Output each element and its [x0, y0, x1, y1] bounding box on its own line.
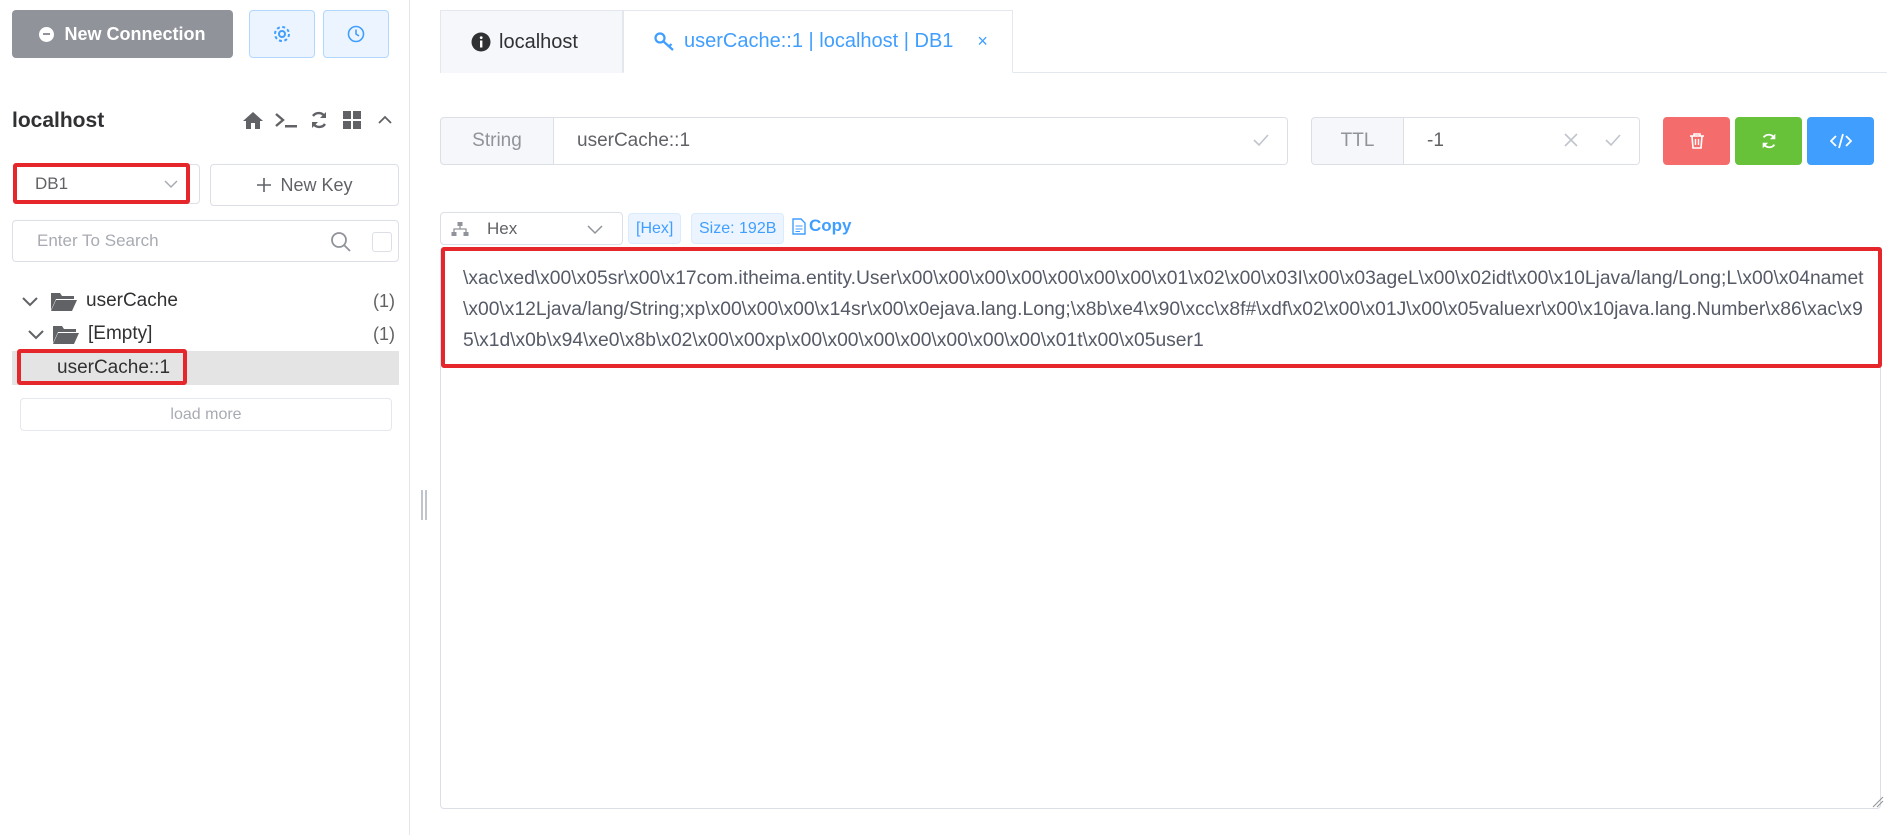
tab-key-detail[interactable]: userCache::1 | localhost | DB1 × [623, 10, 1013, 73]
value-content[interactable]: \xac\xed\x00\x05sr\x00\x17com.itheima.en… [463, 263, 1873, 356]
history-button[interactable] [323, 10, 389, 58]
new-key-button[interactable]: New Key [210, 164, 399, 206]
key-name-field[interactable]: userCache::1 [553, 117, 1288, 165]
ttl-label: TTL [1311, 117, 1404, 165]
subfolder-name: [Empty] [88, 323, 153, 344]
delete-key-button[interactable] [1663, 117, 1730, 165]
check-icon[interactable] [1251, 130, 1271, 150]
folder-open-icon [53, 326, 79, 344]
connection-sidebar: New Connection localhost DB1 New Key Ent… [0, 0, 410, 835]
chevron-down-icon [164, 180, 178, 189]
key-name-value: userCache::1 [577, 130, 691, 151]
new-connection-label: New Connection [64, 23, 206, 44]
connection-name: localhost [12, 109, 105, 132]
chevron-down-icon [587, 225, 603, 235]
format-select-value: Hex [487, 218, 518, 238]
refresh-key-button[interactable] [1735, 117, 1802, 165]
plus-icon [257, 178, 272, 192]
db-select-value: DB1 [35, 174, 69, 193]
search-input[interactable] [37, 231, 327, 251]
tree-key-item[interactable]: userCache::1 [12, 351, 399, 385]
gear-icon [274, 26, 290, 42]
chevron-down-icon [22, 297, 38, 307]
copy-label: Copy [809, 216, 852, 235]
exact-search-checkbox[interactable] [372, 232, 392, 252]
size-tag: Size: 192B [691, 213, 785, 244]
key-name: userCache::1 [57, 357, 171, 378]
code-icon [1829, 133, 1852, 149]
clock-icon [347, 25, 365, 43]
resize-grip-icon[interactable] [1872, 796, 1884, 808]
db-select[interactable]: DB1 [14, 164, 200, 204]
ttl-value: -1 [1427, 130, 1444, 151]
chevron-up-icon[interactable] [373, 108, 397, 132]
refresh-icon [1762, 133, 1775, 149]
terminal-icon[interactable] [274, 108, 298, 132]
tree-folder-usercache[interactable]: userCache (1) [12, 285, 399, 317]
key-icon [654, 31, 674, 51]
format-select[interactable]: Hex [440, 212, 623, 245]
new-key-label: New Key [280, 174, 353, 195]
home-icon[interactable] [241, 108, 265, 132]
copy-button[interactable]: Copy [792, 216, 852, 236]
tab-localhost[interactable]: localhost [440, 10, 623, 73]
code-view-button[interactable] [1807, 117, 1874, 165]
tab-bar: localhost userCache::1 | localhost | DB1… [440, 10, 1887, 73]
tab-localhost-label: localhost [499, 30, 578, 53]
subfolder-count: (1) [373, 323, 395, 344]
folder-open-icon [51, 293, 77, 311]
format-tag: [Hex] [628, 213, 682, 244]
key-type-label: String [440, 117, 554, 165]
close-tab-icon[interactable]: × [977, 31, 988, 52]
check-icon[interactable] [1603, 130, 1623, 150]
tab-key-label: userCache::1 | localhost | DB1 [684, 30, 954, 52]
folder-name: userCache [86, 290, 178, 311]
chevron-down-icon [28, 330, 44, 340]
refresh-icon[interactable] [307, 108, 331, 132]
tree-folder-empty[interactable]: [Empty] (1) [12, 318, 399, 350]
settings-button[interactable] [249, 10, 315, 58]
panel-resize-handle[interactable] [421, 490, 427, 520]
new-connection-button[interactable]: New Connection [12, 10, 233, 58]
minus-circle-icon [39, 26, 55, 42]
folder-count: (1) [373, 290, 395, 311]
info-icon [471, 32, 491, 52]
sitemap-icon [451, 221, 469, 236]
clear-icon[interactable] [1561, 130, 1581, 150]
trash-icon [1689, 133, 1704, 149]
load-more-button[interactable]: load more [20, 398, 392, 431]
grid-icon[interactable] [340, 108, 364, 132]
key-search [12, 220, 399, 262]
ttl-field[interactable]: -1 [1403, 117, 1640, 165]
document-icon [792, 217, 806, 235]
search-icon[interactable] [330, 231, 352, 253]
connection-toolbar [241, 108, 397, 132]
